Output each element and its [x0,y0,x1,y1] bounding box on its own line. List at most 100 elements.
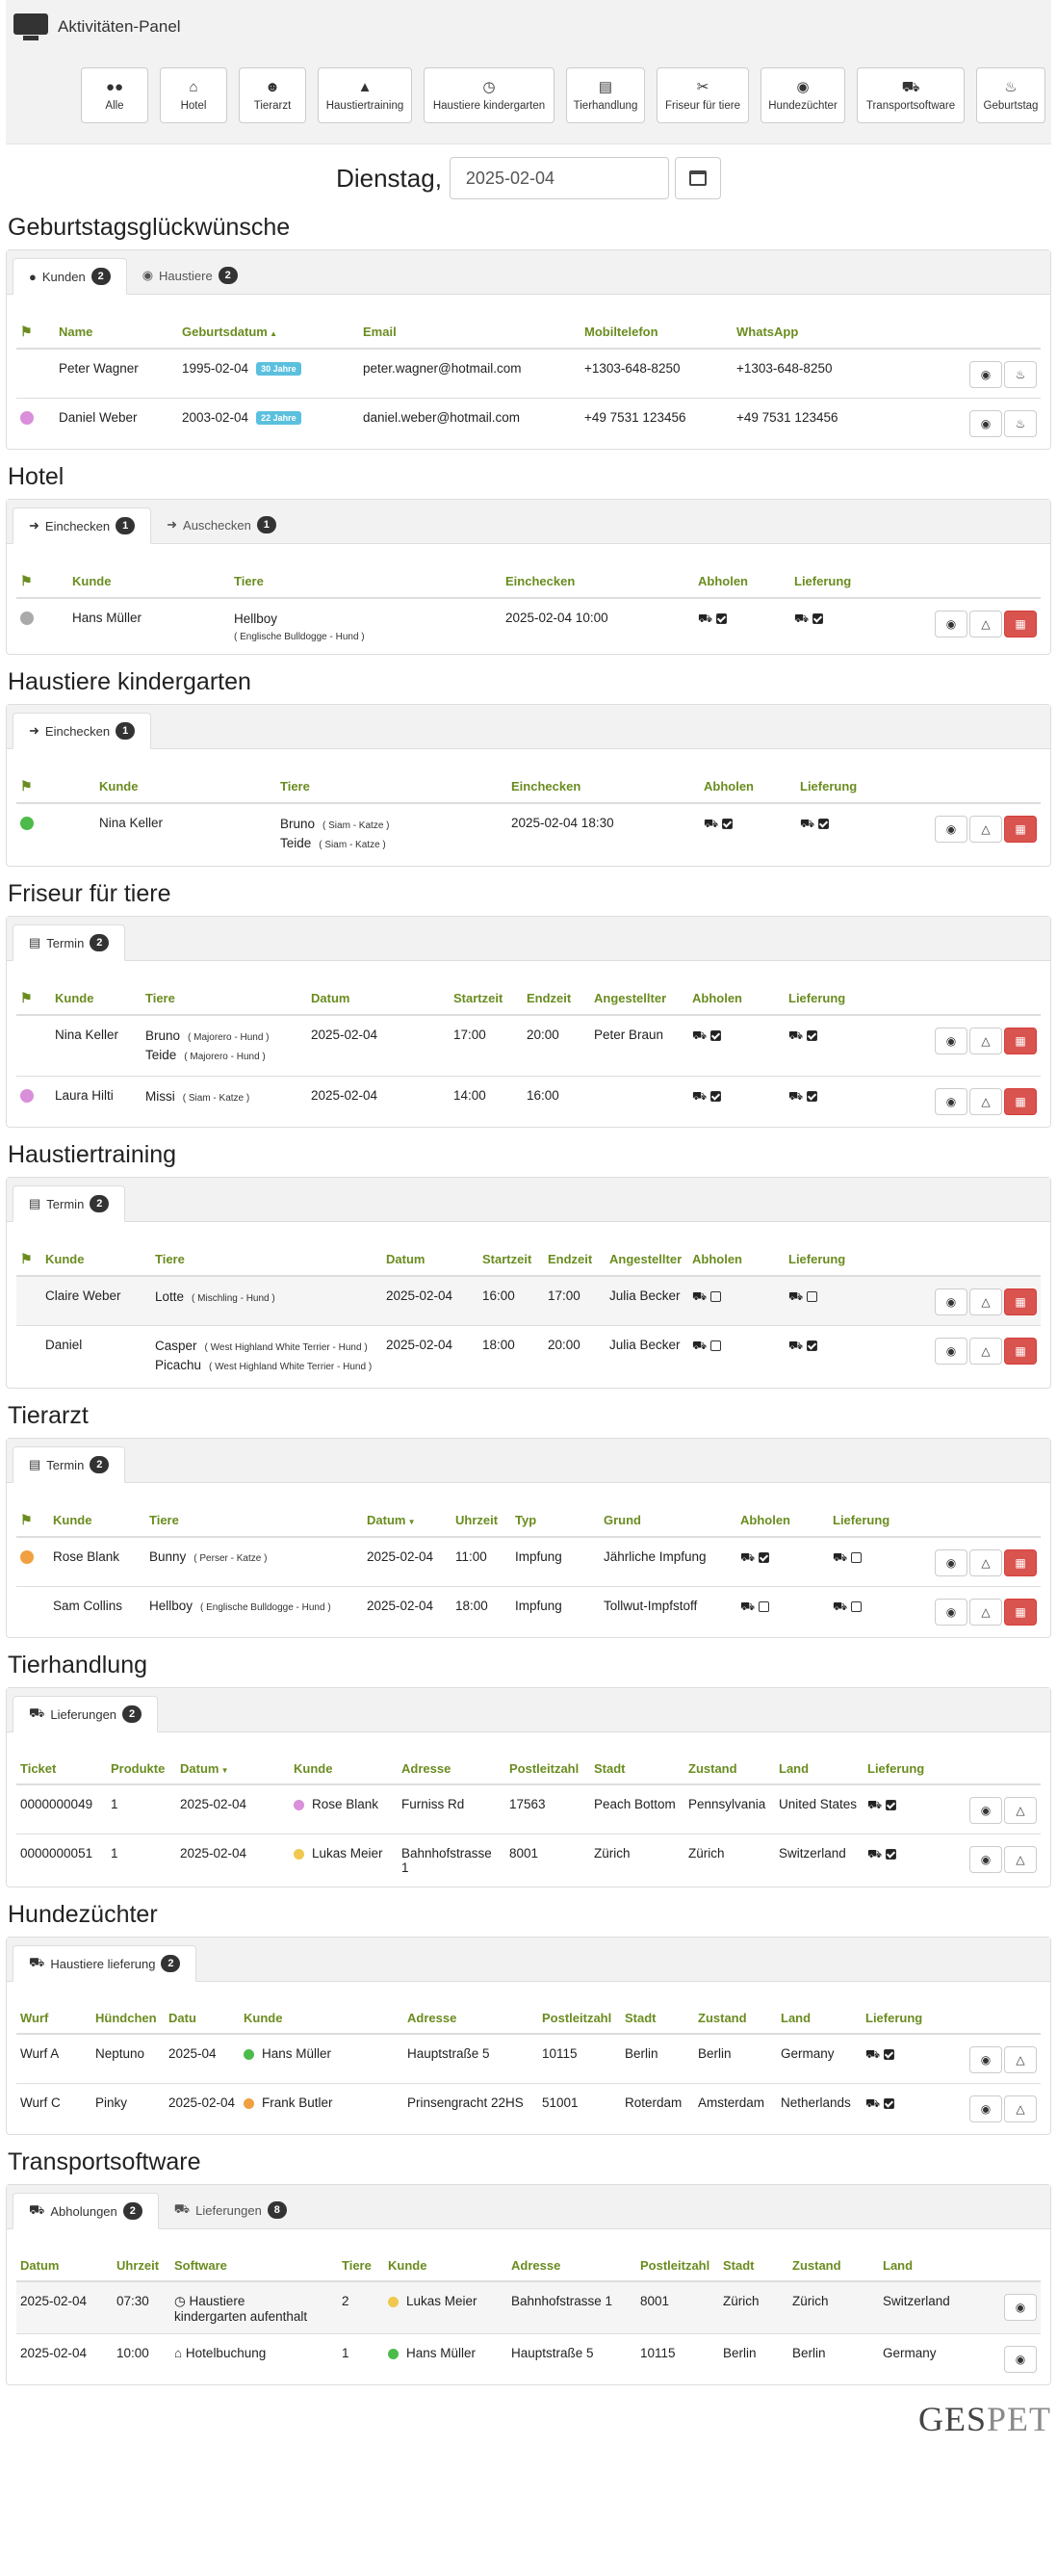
table-row: 2025-02-04 07:30 ◷ Haustiere kindergarten… [16,2281,1041,2334]
column-header-sortable[interactable]: Datum [363,1495,451,1538]
truck-icon: ⛟ [29,2202,45,2217]
delivery-checkbox[interactable] [818,818,830,829]
cake-button[interactable]: ♨ [1004,410,1037,437]
delivery-checkbox[interactable] [886,1848,897,1860]
nav-button-breeder[interactable]: ◉ Hundezüchter [761,67,845,123]
tab-pet-delivery[interactable]: ⛟ Haustiere lieferung 2 [13,1945,197,1982]
notify-button[interactable]: △ [969,1288,1002,1315]
message-button[interactable]: ◉ [935,816,967,843]
notify-button[interactable]: △ [1004,2095,1037,2122]
appointment-date: 2025-02-04 [386,1338,453,1352]
calendar-action-button[interactable]: ▦ [1004,1028,1037,1054]
delivery-checkbox[interactable] [807,1090,818,1102]
calendar-action-button[interactable]: ▦ [1004,1088,1037,1115]
pickup-checkbox[interactable] [710,1340,722,1351]
notify-button[interactable]: △ [1004,1797,1037,1824]
calendar-action-button[interactable]: ▦ [1004,1288,1037,1315]
nav-button-transport[interactable]: ⛟ Transportsoftware [857,67,965,123]
notify-button[interactable]: △ [1004,2046,1037,2073]
pickup-checkbox[interactable] [716,612,728,624]
delivery-checkbox[interactable] [851,1600,863,1612]
tab-appointment[interactable]: ▤ Termin 2 [13,1185,126,1222]
tab-checkout[interactable]: ➜ Auschecken 1 [151,507,292,543]
tab-deliveries[interactable]: ⛟ Lieferungen 2 [13,1696,159,1732]
ticket-number[interactable]: 0000000051 [16,1834,107,1886]
date-input[interactable]: 2025-02-04 [449,157,669,199]
nav-button-birthday[interactable]: ♨ Geburtstag [976,67,1045,123]
delivery-checkbox[interactable] [851,1551,863,1563]
calendar-action-button[interactable]: ▦ [1004,1549,1037,1576]
pickup-checkbox[interactable] [710,1290,722,1302]
delivery-checkbox[interactable] [884,2097,895,2109]
tab-pets[interactable]: ◉ Haustiere 2 [127,257,253,294]
notify-button[interactable]: △ [969,1028,1002,1054]
tab-pickups[interactable]: ⛟ Abholungen 2 [13,2193,159,2229]
message-button[interactable]: ◉ [935,611,967,637]
comment-icon: ◉ [1015,2353,1026,2366]
message-button[interactable]: ◉ [935,1599,967,1626]
message-button[interactable]: ◉ [935,1549,967,1576]
nav-button-shop[interactable]: ▤ Tierhandlung [566,67,645,123]
message-button[interactable]: ◉ [935,1338,967,1365]
notify-button[interactable]: △ [969,611,1002,637]
nav-button-vet[interactable]: ☻ Tierarzt [239,67,306,123]
pickup-checkbox[interactable] [759,1551,770,1563]
delivery-checkbox[interactable] [886,1799,897,1810]
tab-checkin[interactable]: ➜ Einchecken 1 [13,713,152,749]
calendar-button[interactable] [674,157,721,199]
nav-button-training[interactable]: ▲ Haustiertraining [318,67,412,123]
customer-name: Rose Blank [49,1537,145,1587]
pickup-checkbox[interactable] [759,1600,770,1612]
notify-button[interactable]: △ [969,1549,1002,1576]
tab-appointment[interactable]: ▤ Termin 2 [13,924,126,961]
comment-icon: ◉ [945,1095,957,1108]
delivery-checkbox[interactable] [812,612,824,624]
pickup-checkbox[interactable] [722,818,734,829]
table-row: Sam Collins Hellboy ( Englische Bulldogge… [16,1587,1041,1636]
message-button[interactable]: ◉ [969,2095,1002,2122]
message-button[interactable]: ◉ [969,361,1002,388]
notify-button[interactable]: △ [969,1088,1002,1115]
message-button[interactable]: ◉ [969,1846,1002,1873]
calendar-action-button[interactable]: ▦ [1004,611,1037,637]
nav-button-hotel[interactable]: ⌂ Hotel [160,67,227,123]
delivery-checkbox[interactable] [807,1340,818,1351]
column-header-sortable[interactable]: Geburtsdatum [178,306,359,350]
tab-customers[interactable]: ● Kunden 2 [13,258,127,295]
notify-button[interactable]: △ [969,1599,1002,1626]
state: Pennsylvania [684,1784,775,1834]
message-button[interactable]: ◉ [935,1288,967,1315]
notify-button[interactable]: △ [1004,1846,1037,1873]
delivery-checkbox[interactable] [884,2048,895,2060]
notify-button[interactable]: △ [969,816,1002,843]
sign-out-icon: ➜ [167,517,178,532]
message-button[interactable]: ◉ [969,2046,1002,2073]
message-button[interactable]: ◉ [935,1028,967,1054]
column-header-sortable[interactable]: Datum [176,1744,290,1785]
tab-checkin[interactable]: ➜ Einchecken 1 [13,507,152,544]
pickup-checkbox[interactable] [710,1029,722,1041]
pet-name: Casper [155,1339,197,1353]
pickup-checkbox[interactable] [710,1090,722,1102]
tab-deliveries[interactable]: ⛟ Lieferungen 8 [159,2192,302,2228]
message-button[interactable]: ◉ [1004,2294,1037,2321]
message-button[interactable]: ◉ [1004,2346,1037,2373]
calendar-action-button[interactable]: ▦ [1004,816,1037,843]
calendar-action-button[interactable]: ▦ [1004,1599,1037,1626]
cart-icon: ▤ [598,78,613,95]
message-button[interactable]: ◉ [935,1088,967,1115]
delivery-checkbox[interactable] [807,1029,818,1041]
column-header: Uhrzeit [113,2241,170,2282]
nav-button-groomer[interactable]: ✂ Friseur für tiere [657,67,749,123]
nav-button-kindergarten[interactable]: ◷ Haustiere kindergarten [424,67,554,123]
nav-button-all[interactable]: ●● Alle [81,67,148,123]
status-dot [388,2296,399,2307]
message-button[interactable]: ◉ [969,1797,1002,1824]
notify-button[interactable]: △ [969,1338,1002,1365]
tab-appointment[interactable]: ▤ Termin 2 [13,1446,126,1483]
ticket-number[interactable]: 0000000049 [16,1784,107,1834]
cake-button[interactable]: ♨ [1004,361,1037,388]
message-button[interactable]: ◉ [969,410,1002,437]
calendar-action-button[interactable]: ▦ [1004,1338,1037,1365]
delivery-checkbox[interactable] [807,1290,818,1302]
